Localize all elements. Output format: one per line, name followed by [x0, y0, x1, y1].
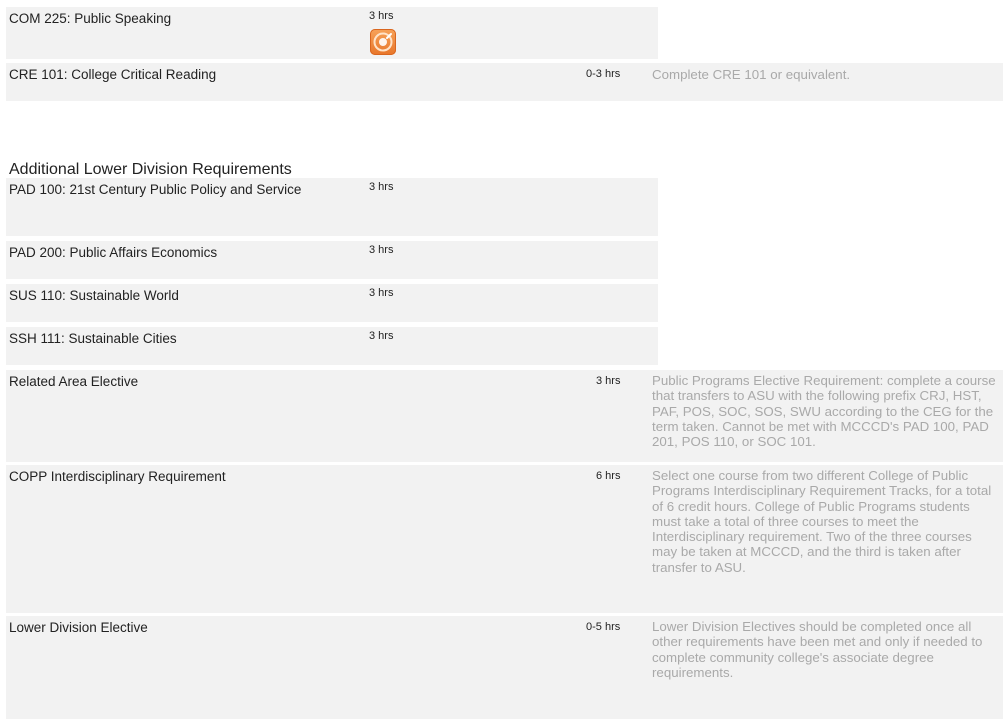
elective-hours: 3 hrs: [596, 375, 621, 387]
course-hours: 3 hrs: [369, 244, 394, 256]
elective-row: Related Area Elective 3 hrs Public Progr…: [6, 370, 1003, 462]
elective-name: COPP Interdisciplinary Requirement: [9, 469, 226, 484]
elective-hours: 6 hrs: [596, 470, 621, 482]
elective-hours: 0-5 hrs: [586, 621, 621, 633]
section-title: Additional Lower Division Requirements: [9, 161, 292, 178]
elective-note: Lower Division Electives should be compl…: [652, 619, 983, 680]
course-hours: 3 hrs: [369, 10, 394, 22]
course-hours: 0-3 hrs: [586, 68, 621, 80]
elective-row: COPP Interdisciplinary Requirement 6 hrs…: [6, 465, 1003, 613]
course-hours: 3 hrs: [369, 287, 394, 299]
course-name: PAD 200: Public Affairs Economics: [9, 245, 218, 260]
elective-row: Lower Division Elective 0-5 hrs Lower Di…: [6, 616, 1003, 719]
course-row: CRE 101: College Critical Reading 0-3 hr…: [6, 63, 1003, 101]
elective-note: Public Programs Elective Requirement: co…: [652, 373, 996, 450]
course-row: PAD 100: 21st Century Public Policy and …: [6, 178, 658, 236]
course-name: PAD 100: 21st Century Public Policy and …: [9, 182, 302, 197]
course-row: PAD 200: Public Affairs Economics 3 hrs: [6, 241, 658, 279]
course-name: SSH 111: Sustainable Cities: [9, 331, 177, 346]
course-badge-icon[interactable]: [370, 29, 396, 55]
course-hours: 3 hrs: [369, 181, 394, 193]
elective-note: Select one course from two different Col…: [652, 468, 992, 575]
course-row: SSH 111: Sustainable Cities 3 hrs: [6, 327, 658, 365]
elective-name: Lower Division Elective: [9, 620, 148, 635]
course-name: COM 225: Public Speaking: [9, 11, 172, 26]
course-note: Complete CRE 101 or equivalent.: [652, 67, 851, 82]
elective-name: Related Area Elective: [9, 374, 139, 389]
course-name: SUS 110: Sustainable World: [9, 288, 179, 303]
course-row: COM 225: Public Speaking 3 hrs: [6, 7, 658, 59]
course-row: SUS 110: Sustainable World 3 hrs: [6, 284, 658, 322]
course-hours: 3 hrs: [369, 330, 394, 342]
course-name: CRE 101: College Critical Reading: [9, 67, 217, 82]
